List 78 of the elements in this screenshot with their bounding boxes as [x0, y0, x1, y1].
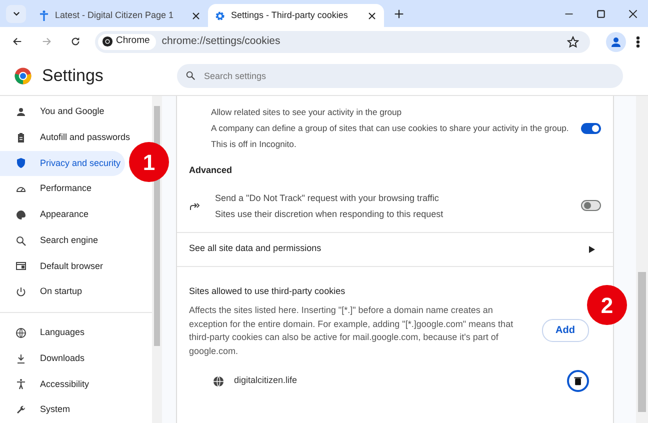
gear-icon [214, 10, 226, 22]
setting-description: A company can define a group of sites that can use cookies to share your activity in the group. [211, 122, 570, 135]
caret-icon [12, 9, 20, 18]
power-icon [15, 286, 27, 298]
add-button[interactable]: Add [542, 318, 589, 342]
maximize-icon [596, 8, 606, 18]
close-icon [628, 8, 638, 18]
site-name: digitalcitizen.life [234, 374, 298, 388]
forward-icon [41, 36, 52, 47]
sidebar-item[interactable]: On startup [0, 279, 86, 305]
reload-icon [70, 36, 81, 47]
section-heading: Sites allowed to use third-party cookies [189, 284, 346, 298]
globe-icon [15, 326, 27, 339]
figure-icon [38, 10, 50, 22]
search-icon [15, 234, 27, 247]
window-icon [15, 260, 27, 272]
chrome-logo-icon [102, 36, 113, 47]
sidebar-item[interactable]: Appearance [0, 202, 93, 228]
reload-button[interactable] [70, 36, 81, 47]
close-icon [368, 12, 376, 20]
toggle-switch[interactable] [581, 122, 601, 134]
close-button[interactable] [628, 8, 638, 18]
section-description: Affects the sites listed here. Inserting "[*.]" before a domain name creates an exception for the entire domain. For example, adding "[*.]google.com" means that third-party cookies can also be active for mail.google.com, because it's part of google.com. [189, 304, 514, 358]
profile-button[interactable] [606, 32, 626, 52]
search-icon [185, 70, 196, 81]
setting-description: Sites use their discretion when responding to this request [215, 208, 444, 221]
sidebar-item[interactable]: System [0, 397, 74, 423]
bookmark-button[interactable] [567, 36, 579, 48]
tab-title: Settings - Third-party cookies [231, 8, 349, 22]
page-scrollbar[interactable] [636, 96, 648, 423]
tab-list-button[interactable] [6, 4, 26, 22]
plus-icon [394, 9, 404, 20]
close-icon [192, 12, 200, 20]
back-button[interactable] [12, 36, 23, 47]
maximize-button[interactable] [596, 8, 606, 18]
more-icon [636, 36, 640, 48]
person-icon [15, 106, 27, 118]
sidebar-item[interactable]: Accessibility [0, 372, 94, 398]
settings-title: Settings [42, 64, 104, 87]
delete-button[interactable] [567, 370, 589, 392]
arrow-icon [589, 246, 595, 252]
sidebar-item[interactable]: You and Google [0, 99, 108, 125]
site-data-link-row[interactable]: See all site data and permissions [177, 232, 613, 266]
shield-icon [15, 157, 27, 170]
new-tab-button[interactable] [392, 8, 406, 20]
sidebar-item[interactable]: Default browser [0, 254, 108, 280]
accessibility-icon [15, 378, 27, 390]
sidebar-item[interactable]: Search engine [0, 228, 102, 254]
setting-title: Send a "Do Not Track" request with your browsing traffic [215, 192, 440, 205]
setting-title: Allow related sites to see your activity in the group [211, 106, 403, 119]
palette-icon [15, 208, 27, 221]
download-icon [15, 352, 27, 365]
sidebar-item[interactable]: Privacy and security [0, 150, 125, 176]
trash-icon [573, 376, 583, 386]
sidebar-item[interactable]: Languages [0, 320, 89, 346]
site-chip-label: Chrome [116, 34, 150, 48]
setting-description: This is off in Incognito. [211, 138, 298, 151]
wrench-icon [15, 404, 27, 416]
toggle-switch[interactable] [581, 200, 601, 211]
menu-button[interactable] [636, 36, 640, 48]
person-icon [610, 36, 622, 48]
chrome-logo-icon [14, 66, 32, 84]
tab-title: Latest - Digital Citizen Page 1 [55, 8, 175, 22]
close-tab-button[interactable] [366, 10, 378, 22]
sidebar-item[interactable]: Downloads [0, 346, 89, 372]
globe-icon [213, 376, 224, 386]
section-heading: Advanced [188, 164, 234, 177]
back-icon [12, 36, 23, 47]
callout-badge: 1 [129, 142, 169, 182]
browser-tab[interactable]: Settings - Third-party cookies [208, 4, 384, 27]
search-input[interactable]: Search settings [202, 66, 615, 86]
search-field[interactable]: Search settings [177, 64, 623, 88]
address-bar[interactable]: Chrome chrome://settings/cookies [95, 30, 590, 52]
sidebar-item[interactable]: Performance [0, 176, 96, 202]
url-text: chrome://settings/cookies [162, 34, 282, 49]
browser-tab[interactable]: Latest - Digital Citizen Page 1 [32, 4, 208, 27]
close-tab-button[interactable] [190, 10, 202, 22]
star-icon [567, 36, 579, 48]
